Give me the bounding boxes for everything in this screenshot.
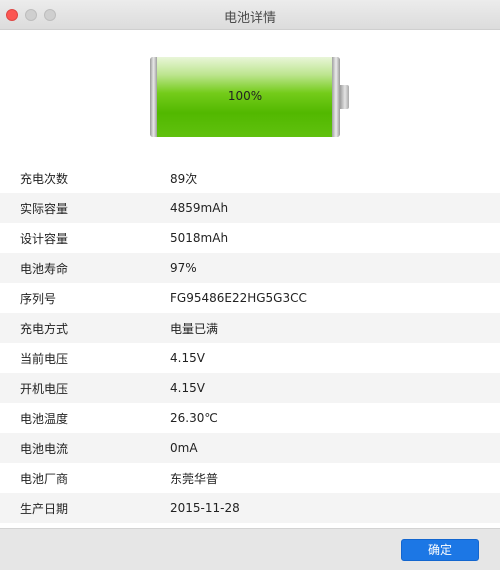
detail-value: 89次 (170, 171, 198, 186)
ok-button[interactable]: 确定 (401, 539, 479, 561)
detail-label: 生产日期 (20, 501, 69, 516)
detail-value: 4.15V (170, 381, 205, 395)
title-bar: 电池详情 (0, 0, 500, 30)
detail-row: 开机电压 4.15V (0, 373, 500, 403)
battery-details-window: 电池详情 100% 充电次数 89次 实际容量 4859mAh 设计容量 501… (0, 0, 500, 570)
battery-terminal (340, 85, 349, 109)
battery-details-table: 充电次数 89次 实际容量 4859mAh 设计容量 5018mAh 电池寿命 … (0, 163, 500, 523)
detail-row: 电池电流 0mA (0, 433, 500, 463)
detail-value: 0mA (170, 441, 198, 455)
detail-row: 序列号 FG95486E22HG5G3CC (0, 283, 500, 313)
window-title: 电池详情 (223, 11, 276, 26)
detail-value: 电量已满 (170, 321, 219, 336)
detail-value: 97% (170, 261, 197, 275)
dialog-footer: 确定 (0, 528, 500, 570)
detail-value: 26.30℃ (170, 411, 218, 425)
detail-label: 充电方式 (20, 321, 69, 336)
detail-label: 电池温度 (20, 411, 69, 426)
detail-label: 实际容量 (20, 201, 69, 216)
detail-label: 电池电流 (20, 441, 69, 456)
detail-row: 充电方式 电量已满 (0, 313, 500, 343)
detail-label: 设计容量 (20, 231, 69, 246)
detail-row: 充电次数 89次 (0, 163, 500, 193)
detail-label: 开机电压 (20, 381, 69, 396)
detail-label: 电池厂商 (20, 471, 69, 486)
detail-row: 实际容量 4859mAh (0, 193, 500, 223)
battery-percent-label: 100% (227, 89, 263, 103)
detail-value: 东莞华普 (170, 471, 219, 486)
battery-body: 100% (150, 57, 340, 137)
detail-row: 当前电压 4.15V (0, 343, 500, 373)
detail-row: 电池寿命 97% (0, 253, 500, 283)
detail-row: 设计容量 5018mAh (0, 223, 500, 253)
detail-row: 生产日期 2015-11-28 (0, 493, 500, 523)
detail-value: 4.15V (170, 351, 205, 365)
detail-value: 4859mAh (170, 201, 229, 215)
detail-value: FG95486E22HG5G3CC (170, 291, 307, 305)
detail-row: 电池温度 26.30℃ (0, 403, 500, 433)
detail-label: 序列号 (20, 291, 57, 306)
detail-value: 5018mAh (170, 231, 229, 245)
detail-label: 电池寿命 (20, 261, 69, 276)
detail-label: 当前电压 (20, 351, 69, 366)
detail-label: 充电次数 (20, 171, 69, 186)
battery-icon: 100% (150, 57, 350, 137)
detail-value: 2015-11-28 (170, 501, 240, 515)
detail-row: 电池厂商 东莞华普 (0, 463, 500, 493)
